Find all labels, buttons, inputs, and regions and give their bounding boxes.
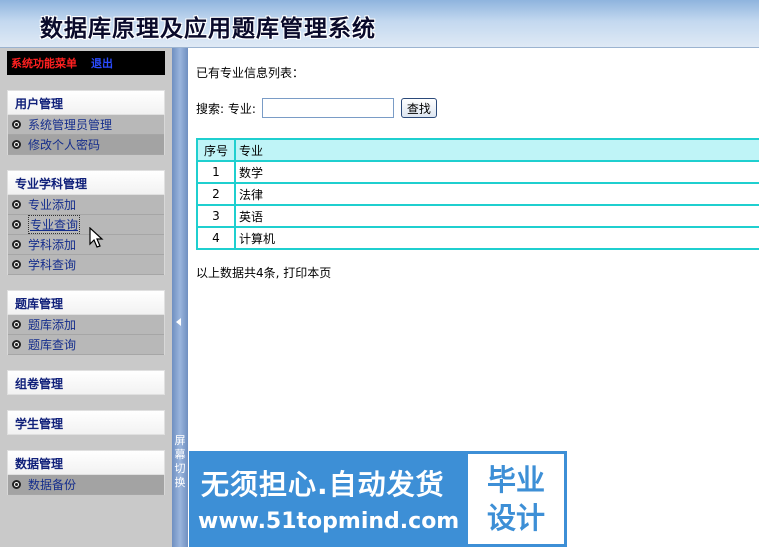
table-header-row: 序号 专业 (196, 138, 759, 162)
search-label: 搜索: 专业: (196, 101, 256, 116)
sidebar: 系统功能菜单 退出 用户管理 系统管理员管理 修改个人密码 专业学科管理 专业添… (0, 48, 172, 547)
major-table: 序号 专业 1 数学 2 法律 3 英语 4 计算机 (196, 138, 759, 250)
summary-text: 以上数据共4条, 打印本页 (196, 266, 332, 280)
app-header: 数据库原理及应用题库管理系统 (0, 0, 759, 48)
column-header-index: 序号 (196, 138, 236, 162)
system-menu-label: 系统功能菜单 (11, 57, 77, 70)
cell-major: 法律 (234, 182, 759, 206)
cell-major: 计算机 (234, 226, 759, 250)
group-title-question-bank[interactable]: 题库管理 (7, 290, 165, 315)
app-title: 数据库原理及应用题库管理系统 (40, 15, 376, 42)
table-row: 4 计算机 (196, 226, 759, 250)
radio-bullet-icon (12, 120, 21, 129)
sidebar-top-menu: 系统功能菜单 退出 (7, 51, 165, 75)
radio-bullet-icon (12, 480, 21, 489)
column-header-major: 专业 (234, 138, 759, 162)
radio-bullet-icon (12, 320, 21, 329)
list-title: 已有专业信息列表： (196, 66, 305, 80)
menu-group-question-bank: 题库管理 题库添加 题库查询 (7, 290, 165, 355)
group-title-paper[interactable]: 组卷管理 (7, 370, 165, 395)
radio-bullet-icon (12, 240, 21, 249)
screen-toggle-label: 屏幕切换 (174, 434, 186, 489)
radio-bullet-icon (12, 260, 21, 269)
watermark-slogan: 无须担心.自动发货 (201, 468, 445, 501)
menu-item-major-add[interactable]: 专业添加 (8, 195, 164, 215)
menu-item-change-password[interactable]: 修改个人密码 (8, 135, 164, 155)
table-row: 1 数学 (196, 160, 759, 184)
menu-group-user: 用户管理 系统管理员管理 修改个人密码 (7, 90, 165, 155)
menu-group-major-subject: 专业学科管理 专业添加 专业查询 学科添加 学科查询 (7, 170, 165, 275)
table-row: 2 法律 (196, 182, 759, 206)
group-title-data[interactable]: 数据管理 (7, 450, 165, 475)
watermark-badge-line1: 毕业 (486, 463, 545, 497)
group-title-major-subject[interactable]: 专业学科管理 (7, 170, 165, 195)
menu-item-subject-add[interactable]: 学科添加 (8, 235, 164, 255)
watermark-badge-line2: 设计 (486, 501, 545, 535)
radio-bullet-icon (12, 140, 21, 149)
radio-bullet-icon (12, 220, 21, 229)
watermark-badge: 毕业 设计 (465, 451, 567, 547)
cell-index: 1 (196, 160, 236, 184)
watermark-banner: 无须担心.自动发货 www.51topmind.com 毕业 设计 (189, 451, 567, 547)
menu-item-question-add[interactable]: 题库添加 (8, 315, 164, 335)
cell-index: 2 (196, 182, 236, 206)
group-title-user[interactable]: 用户管理 (7, 90, 165, 115)
menu-item-major-query[interactable]: 专业查询 (8, 215, 164, 235)
mouse-cursor-icon (89, 227, 104, 248)
table-row: 3 英语 (196, 204, 759, 228)
radio-bullet-icon (12, 200, 21, 209)
search-bar: 搜索: 专业: 查找 (196, 98, 437, 118)
watermark-text-panel: 无须担心.自动发货 www.51topmind.com (189, 451, 465, 547)
menu-item-subject-query[interactable]: 学科查询 (8, 255, 164, 275)
cell-major: 英语 (234, 204, 759, 228)
menu-item-question-query[interactable]: 题库查询 (8, 335, 164, 355)
radio-bullet-icon (12, 340, 21, 349)
watermark-url: www.51topmind.com (198, 509, 460, 534)
menu-group-data: 数据管理 数据备份 (7, 450, 165, 495)
search-button[interactable]: 查找 (400, 98, 437, 118)
group-title-student[interactable]: 学生管理 (7, 410, 165, 435)
cell-index: 3 (196, 204, 236, 228)
screen-toggle-splitter[interactable]: 屏幕切换 (172, 48, 188, 547)
cell-index: 4 (196, 226, 236, 250)
major-search-input[interactable] (261, 98, 394, 118)
menu-group-student: 学生管理 (7, 410, 165, 435)
menu-group-paper: 组卷管理 (7, 370, 165, 395)
menu-item-admin-manage[interactable]: 系统管理员管理 (8, 115, 164, 135)
menu-item-data-backup[interactable]: 数据备份 (8, 475, 164, 495)
logout-link[interactable]: 退出 (91, 55, 113, 71)
collapse-arrow-icon[interactable] (176, 318, 181, 326)
cell-major: 数学 (234, 160, 759, 184)
